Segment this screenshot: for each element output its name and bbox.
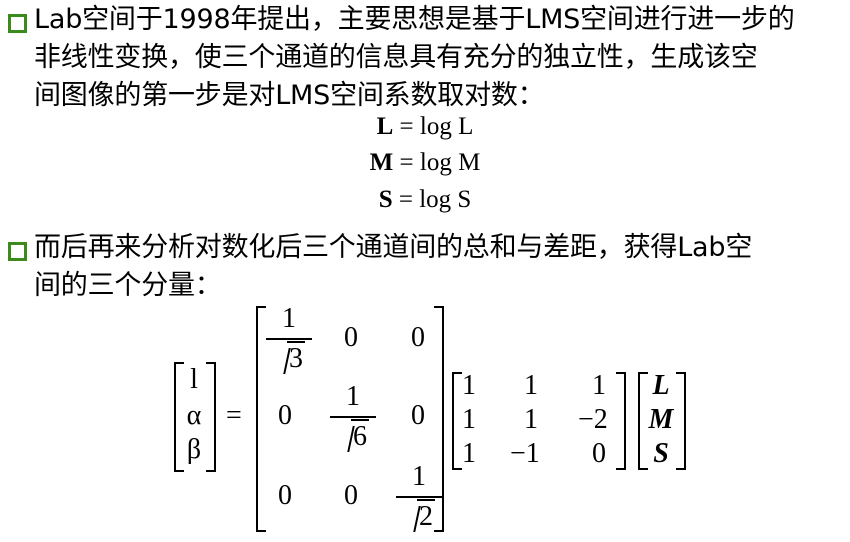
- transform-r2c2: 1: [524, 404, 538, 435]
- diag-r2c3: 0: [411, 400, 425, 431]
- fraction-bar: [266, 338, 312, 340]
- transform-r3c3: 0: [592, 438, 606, 469]
- equation-M-lhs: M: [369, 149, 394, 176]
- transform-r3c1: 1: [462, 438, 476, 469]
- diag-r3c3-fraction: 1 2: [394, 460, 444, 534]
- lhs-vector-beta: β: [186, 434, 202, 465]
- equation-M-rhs: = log M: [399, 149, 481, 176]
- equation-L: L = log L: [0, 113, 850, 141]
- diag-r2c1: 0: [278, 400, 292, 431]
- rhs-vector-L: L: [652, 370, 670, 401]
- fraction-denominator: 6: [328, 419, 378, 454]
- fraction-denominator: 3: [264, 341, 314, 376]
- sqrt-icon: 3: [273, 341, 305, 376]
- equation-S: S = log S: [0, 186, 850, 214]
- equation-L-rhs: = log L: [399, 113, 474, 140]
- rhs-vector-S: S: [653, 438, 669, 469]
- fraction-numerator: 1: [282, 303, 296, 334]
- paragraph2-line2: 间的三个分量：: [34, 270, 222, 301]
- diag-r1c1-fraction: 1 3: [264, 302, 314, 376]
- equation-S-rhs: = log S: [398, 186, 472, 213]
- transform-r1c2: 1: [524, 370, 538, 401]
- equals-sign: =: [226, 400, 242, 431]
- equation-M: M = log M: [0, 149, 850, 177]
- diag-r3c2: 0: [344, 480, 358, 511]
- paragraph1-line1: Lab空间于1998年提出，主要思想是基于LMS空间进行进一步的: [34, 4, 795, 35]
- fraction-numerator: 1: [346, 381, 360, 412]
- transform-r1c1: 1: [462, 370, 476, 401]
- paragraph2-line1: 而后再来分析对数化后三个通道间的总和与差距，获得Lab空: [34, 232, 753, 263]
- transform-r2c3: −2: [578, 404, 608, 435]
- bullet-square-icon: [8, 14, 27, 33]
- paragraph1-line3: 间图像的第一步是对LMS空间系数取对数：: [34, 80, 545, 111]
- diag-r3c1: 0: [278, 480, 292, 511]
- transform-matrix-right-bracket: [616, 372, 626, 470]
- transform-r3c2: −1: [510, 438, 540, 469]
- transform-r2c1: 1: [462, 404, 476, 435]
- diag-r1c2: 0: [344, 322, 358, 353]
- transform-r1c3: 1: [592, 370, 606, 401]
- lhs-vector-left-bracket: [174, 362, 184, 472]
- fraction-numerator: 1: [412, 461, 426, 492]
- sqrt-icon: 6: [337, 419, 369, 454]
- transform-matrix-left-bracket: [452, 372, 462, 470]
- lhs-vector-right-bracket: [206, 362, 216, 472]
- rhs-vector-right-bracket: [676, 372, 686, 470]
- diag-r1c3: 0: [411, 322, 425, 353]
- fraction-bar: [396, 496, 442, 498]
- lhs-vector-l: l: [190, 364, 198, 395]
- fraction-denominator: 2: [394, 499, 444, 534]
- diag-r2c2-fraction: 1 6: [328, 380, 378, 454]
- paragraph1-line2: 非线性变换，使三个通道的信息具有充分的独立性，生成该空: [34, 42, 758, 73]
- lhs-vector-alpha: α: [186, 400, 202, 431]
- rhs-vector-M: M: [648, 404, 674, 435]
- equation-L-lhs: L: [376, 113, 394, 140]
- bullet-square-icon: [8, 242, 27, 261]
- fraction-bar: [330, 416, 376, 418]
- sqrt-icon: 2: [403, 499, 435, 534]
- equation-S-lhs: S: [378, 186, 393, 213]
